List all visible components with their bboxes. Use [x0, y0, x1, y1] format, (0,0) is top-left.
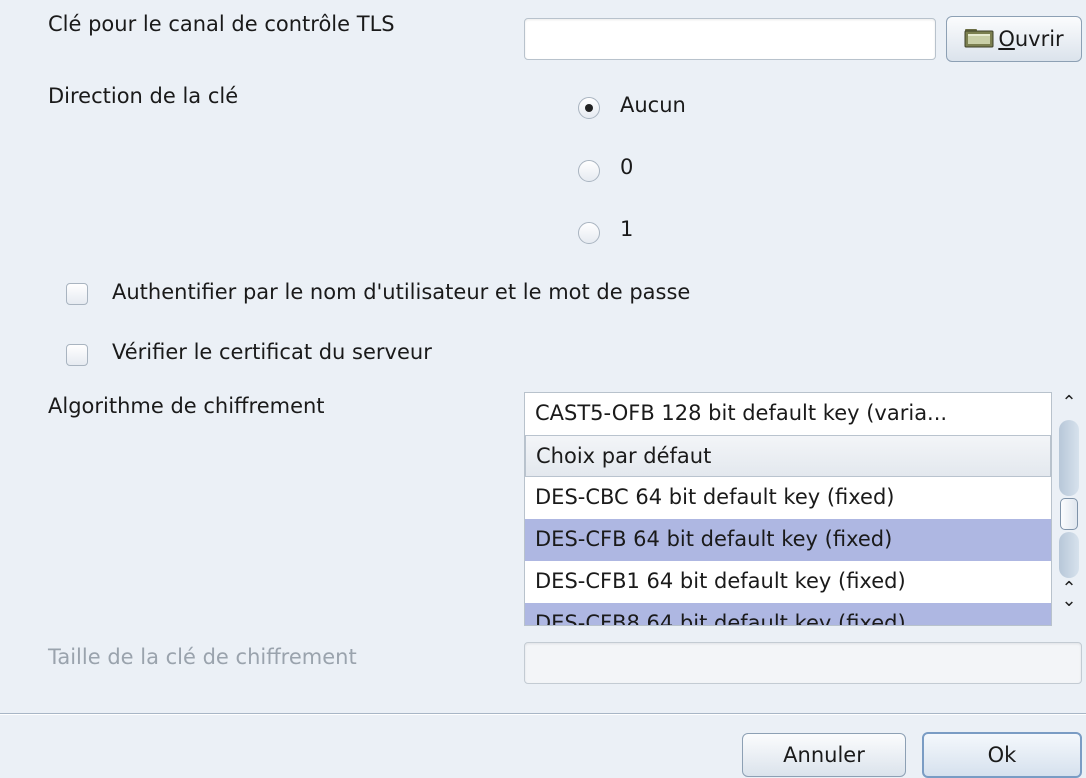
cancel-button-label: Annuler — [783, 743, 865, 767]
radio-aucun-label: Aucun — [620, 93, 686, 117]
list-item[interactable]: CAST5-OFB 128 bit default key (varia... — [525, 393, 1051, 435]
open-button-label: Ouvrir — [998, 27, 1064, 51]
verify-server-cert-checkbox[interactable] — [66, 344, 88, 366]
scroll-rail[interactable] — [1059, 532, 1079, 578]
tls-key-input[interactable] — [524, 18, 936, 60]
scroll-rail[interactable] — [1059, 420, 1079, 496]
cipher-label: Algorithme de chiffrement — [48, 394, 325, 418]
list-item[interactable]: DES-CBC 64 bit default key (fixed) — [525, 477, 1051, 519]
radio-0-label: 0 — [620, 155, 634, 179]
chevron-down-icon[interactable]: ⌄ — [1058, 592, 1080, 614]
cancel-button[interactable]: Annuler — [742, 733, 906, 777]
ok-button[interactable]: Ok — [922, 732, 1082, 778]
list-item[interactable]: DES-CFB8 64 bit default key (fixed) — [525, 603, 1051, 625]
cipher-list[interactable]: CAST5-OFB 128 bit default key (varia... … — [524, 392, 1052, 626]
radio-aucun[interactable] — [578, 97, 600, 119]
key-size-label: Taille de la clé de chiffrement — [48, 645, 357, 669]
separator — [0, 713, 1086, 714]
key-size-input — [524, 642, 1082, 684]
tls-key-label: Clé pour le canal de contrôle TLS — [48, 12, 395, 36]
radio-0[interactable] — [578, 160, 600, 182]
chevron-up-icon[interactable]: ⌃ — [1058, 392, 1080, 414]
list-item[interactable]: DES-CFB 64 bit default key (fixed) — [525, 519, 1051, 561]
auth-user-pass-checkbox[interactable] — [66, 283, 88, 305]
auth-user-pass-label[interactable]: Authentifier par le nom d'utilisateur et… — [112, 280, 690, 304]
open-button[interactable]: Ouvrir — [946, 16, 1082, 62]
list-item[interactable]: DES-CFB1 64 bit default key (fixed) — [525, 561, 1051, 603]
radio-1[interactable] — [578, 222, 600, 244]
verify-server-cert-label[interactable]: Vérifier le certificat du serveur — [112, 340, 432, 364]
folder-icon — [964, 26, 994, 53]
ok-button-label: Ok — [987, 743, 1017, 767]
radio-1-label: 1 — [620, 217, 634, 241]
key-direction-label: Direction de la clé — [48, 84, 239, 108]
list-item[interactable]: Choix par défaut — [525, 435, 1051, 477]
cipher-scrollbar[interactable]: ⌃ ⌃ ⌄ — [1058, 392, 1080, 624]
scroll-thumb[interactable] — [1060, 498, 1078, 530]
